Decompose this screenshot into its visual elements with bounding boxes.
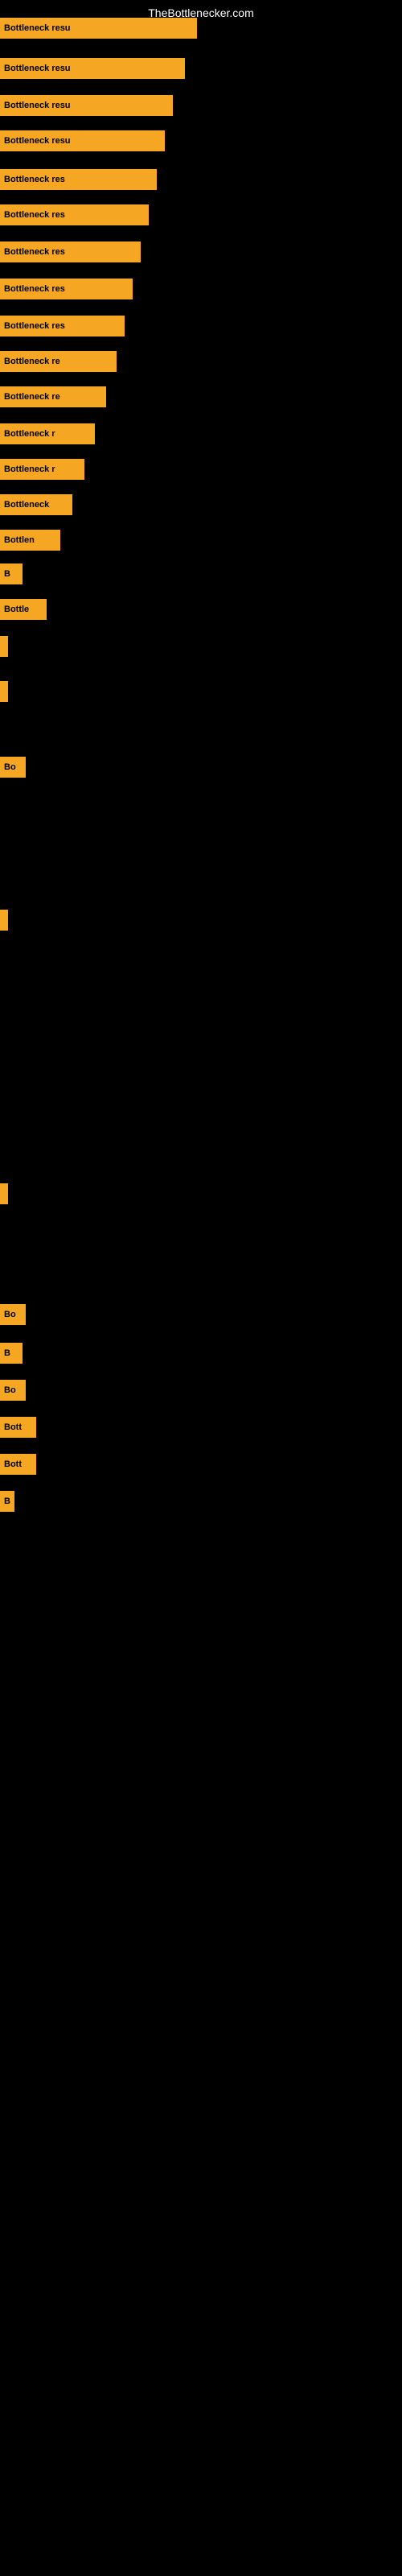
bar-row-23: B (0, 1343, 23, 1364)
bar-row-2: Bottleneck resu (0, 95, 173, 116)
bar-row-9: Bottleneck re (0, 351, 117, 372)
bar-row-16: Bottle (0, 599, 47, 620)
bar-label-4: Bottleneck res (0, 169, 157, 190)
bar-label-27: B (0, 1491, 14, 1512)
bar-label-23: B (0, 1343, 23, 1364)
bar-label-24: Bo (0, 1380, 26, 1401)
bar-label-21 (0, 1183, 8, 1204)
bar-label-0: Bottleneck resu (0, 18, 197, 39)
bar-row-8: Bottleneck res (0, 316, 125, 336)
bar-label-14: Bottlen (0, 530, 60, 551)
bar-row-18 (0, 681, 6, 702)
bar-row-14: Bottlen (0, 530, 60, 551)
bar-row-7: Bottleneck res (0, 279, 133, 299)
bar-label-7: Bottleneck res (0, 279, 133, 299)
bar-label-25: Bott (0, 1417, 36, 1438)
bar-label-26: Bott (0, 1454, 36, 1475)
bar-row-21 (0, 1183, 6, 1204)
bar-row-17 (0, 636, 6, 657)
bar-label-19: Bo (0, 757, 26, 778)
bar-row-15: B (0, 564, 23, 584)
bar-label-16: Bottle (0, 599, 47, 620)
bar-row-27: B (0, 1491, 14, 1512)
bar-row-3: Bottleneck resu (0, 130, 165, 151)
bar-label-6: Bottleneck res (0, 242, 141, 262)
bar-row-24: Bo (0, 1380, 26, 1401)
bar-label-2: Bottleneck resu (0, 95, 173, 116)
bar-label-12: Bottleneck r (0, 459, 84, 480)
bar-label-9: Bottleneck re (0, 351, 117, 372)
bar-label-15: B (0, 564, 23, 584)
bar-label-20 (0, 910, 8, 931)
bar-row-11: Bottleneck r (0, 423, 95, 444)
bar-row-1: Bottleneck resu (0, 58, 185, 79)
bar-label-22: Bo (0, 1304, 26, 1325)
bar-row-4: Bottleneck res (0, 169, 157, 190)
bar-label-8: Bottleneck res (0, 316, 125, 336)
bar-label-17 (0, 636, 8, 657)
bar-row-6: Bottleneck res (0, 242, 141, 262)
bar-label-13: Bottleneck (0, 494, 72, 515)
bar-label-10: Bottleneck re (0, 386, 106, 407)
bar-label-1: Bottleneck resu (0, 58, 185, 79)
bar-row-12: Bottleneck r (0, 459, 84, 480)
bar-row-10: Bottleneck re (0, 386, 106, 407)
bar-row-22: Bo (0, 1304, 26, 1325)
bar-label-18 (0, 681, 8, 702)
bar-label-3: Bottleneck resu (0, 130, 165, 151)
bar-row-25: Bott (0, 1417, 36, 1438)
bar-row-13: Bottleneck (0, 494, 72, 515)
bar-row-20 (0, 910, 6, 931)
bar-row-5: Bottleneck res (0, 204, 149, 225)
bar-row-26: Bott (0, 1454, 36, 1475)
bar-row-0: Bottleneck resu (0, 18, 197, 39)
bar-label-11: Bottleneck r (0, 423, 95, 444)
bar-row-19: Bo (0, 757, 26, 778)
bar-label-5: Bottleneck res (0, 204, 149, 225)
